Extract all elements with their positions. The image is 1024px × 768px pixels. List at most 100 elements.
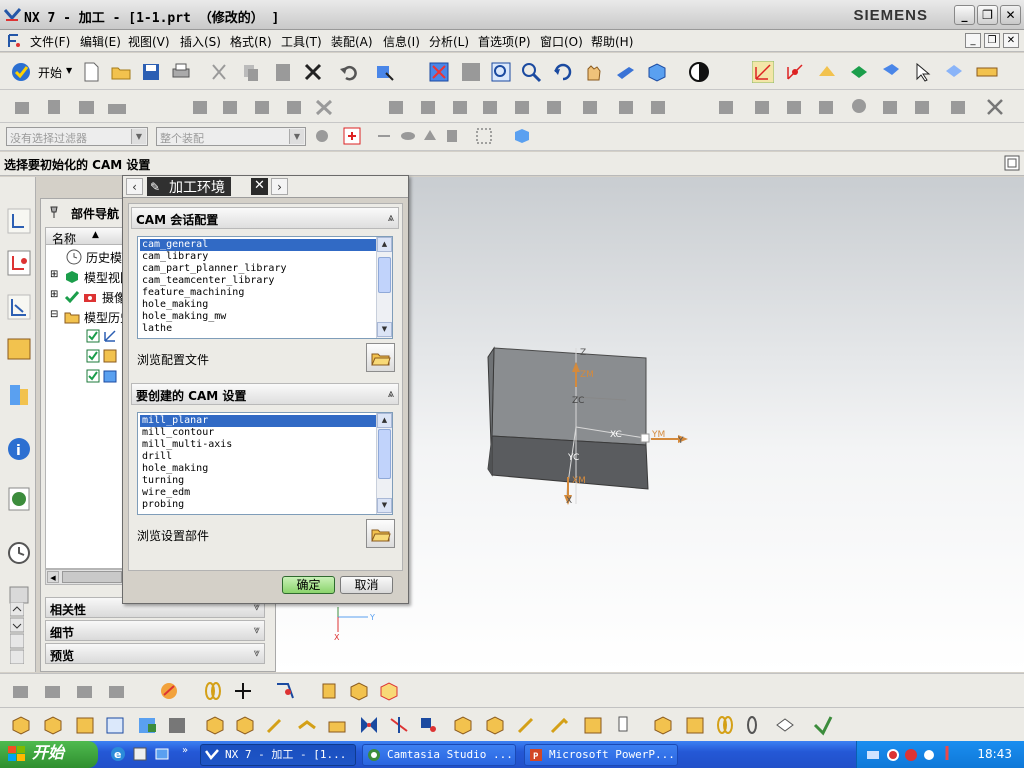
checkbox-checked-icon[interactable] bbox=[86, 349, 100, 363]
scale-body-icon[interactable] bbox=[648, 96, 670, 118]
config-option[interactable]: cam_teamcenter_library bbox=[140, 275, 376, 287]
sync-move-icon[interactable] bbox=[716, 96, 738, 118]
copy-icon[interactable] bbox=[240, 61, 262, 83]
menu-view[interactable]: 视图(V) bbox=[128, 33, 170, 50]
zoom-window-icon[interactable] bbox=[460, 61, 482, 83]
block-icon[interactable] bbox=[76, 96, 98, 118]
panel-preview[interactable]: 预览 ⩔ bbox=[45, 643, 265, 664]
wcs-save-icon[interactable] bbox=[880, 61, 902, 83]
task-powerpoint[interactable]: P Microsoft PowerP... bbox=[524, 744, 678, 766]
rotate-wcs-icon[interactable] bbox=[848, 61, 870, 83]
tool-path-list-icon[interactable] bbox=[484, 714, 506, 736]
pin-icon[interactable]: ✎ bbox=[150, 180, 160, 194]
trim-icon[interactable] bbox=[284, 96, 306, 118]
zoom-icon[interactable] bbox=[520, 61, 542, 83]
cam-session-config-list[interactable]: cam_general cam_library cam_part_planner… bbox=[137, 236, 393, 339]
extrude-icon[interactable] bbox=[12, 96, 34, 118]
expand-plus-icon[interactable]: ⊞ bbox=[50, 289, 58, 300]
resource-bar-scroll-icon[interactable] bbox=[10, 602, 24, 664]
undo-icon[interactable] bbox=[338, 61, 360, 83]
sync-copy-icon[interactable] bbox=[912, 96, 934, 118]
config-option[interactable]: hole_making bbox=[140, 299, 376, 311]
scroll-down-icon[interactable]: ▼ bbox=[377, 322, 392, 337]
info-icon[interactable]: i bbox=[6, 435, 32, 463]
tool-change-icon[interactable] bbox=[614, 714, 636, 736]
operation-navigator-icon[interactable] bbox=[6, 293, 32, 321]
config-option[interactable]: feature_machining bbox=[140, 287, 376, 299]
gouge-check-icon[interactable] bbox=[516, 714, 538, 736]
shop-doc-icon[interactable] bbox=[136, 714, 158, 736]
group-cam-session-config[interactable]: CAM 会话配置 ⩓ bbox=[131, 207, 399, 229]
web-browser-icon[interactable] bbox=[6, 485, 32, 513]
edit-object-display-icon[interactable] bbox=[374, 61, 396, 83]
setup-option[interactable]: wire_edm bbox=[140, 487, 376, 499]
select-bodies-icon[interactable] bbox=[420, 126, 440, 146]
create-program-icon[interactable] bbox=[10, 680, 32, 702]
config-list-scrollbar[interactable]: ▲ ▼ bbox=[376, 237, 392, 338]
save-icon[interactable] bbox=[140, 61, 162, 83]
checkbox-checked-icon[interactable] bbox=[86, 369, 100, 383]
dialog-next-icon[interactable]: › bbox=[271, 178, 288, 195]
config-option[interactable]: cam_general bbox=[140, 239, 376, 251]
offset-face-icon[interactable] bbox=[616, 96, 638, 118]
collision-check-icon[interactable] bbox=[548, 714, 570, 736]
verify-toolpath-icon[interactable] bbox=[74, 714, 96, 736]
snap-icon[interactable] bbox=[942, 61, 964, 83]
ok-button[interactable]: 确定 bbox=[282, 576, 335, 594]
task-camtasia[interactable]: Camtasia Studio ... bbox=[362, 744, 516, 766]
background-icon[interactable] bbox=[688, 61, 710, 83]
config-option[interactable]: lathe bbox=[140, 323, 376, 335]
new-file-icon[interactable] bbox=[80, 61, 102, 83]
doc-close-button[interactable]: ✕ bbox=[1003, 33, 1019, 48]
point-icon[interactable] bbox=[232, 680, 254, 702]
measure-icon[interactable] bbox=[976, 61, 998, 83]
recorder-icon[interactable] bbox=[903, 747, 919, 763]
tree-item-feature-2[interactable] bbox=[86, 347, 126, 367]
desktop-icon[interactable] bbox=[154, 746, 170, 762]
orient-icon[interactable] bbox=[816, 61, 838, 83]
task-nx[interactable]: NX 7 - 加工 - [1... bbox=[200, 744, 356, 766]
mirror-icon[interactable] bbox=[544, 96, 566, 118]
menu-format[interactable]: 格式(R) bbox=[230, 33, 272, 50]
assembly-navigator-icon[interactable] bbox=[6, 207, 32, 235]
attribute-icon[interactable] bbox=[744, 714, 766, 736]
dialog-close-button[interactable]: ✕ bbox=[251, 178, 268, 195]
sync-delete-icon[interactable] bbox=[848, 96, 870, 118]
box-icon[interactable] bbox=[348, 680, 370, 702]
replay-toolpath-icon[interactable] bbox=[42, 714, 64, 736]
browse-config-button[interactable] bbox=[366, 343, 395, 372]
output-cls-icon[interactable] bbox=[166, 714, 188, 736]
workpiece-block[interactable] bbox=[487, 346, 649, 490]
object-display-icon[interactable] bbox=[234, 714, 256, 736]
intersect-icon[interactable] bbox=[252, 96, 274, 118]
select-solid-icon[interactable] bbox=[512, 126, 532, 146]
check-arrow-icon[interactable] bbox=[812, 714, 834, 736]
scroll-thumb[interactable] bbox=[378, 429, 391, 479]
panel-details[interactable]: 细节 ⩔ bbox=[45, 620, 265, 641]
rectangle-select-icon[interactable] bbox=[474, 126, 494, 146]
split-icon[interactable] bbox=[314, 96, 336, 118]
setup-list-scrollbar[interactable]: ▲ ▼ bbox=[376, 413, 392, 514]
split-path-icon[interactable] bbox=[326, 714, 348, 736]
language-icon[interactable] bbox=[885, 747, 901, 763]
cancel-button[interactable]: 取消 bbox=[340, 576, 393, 594]
scope-dropdown[interactable]: 整个装配 ▼ bbox=[156, 127, 306, 146]
tree-item-feature-3[interactable] bbox=[86, 367, 126, 387]
postprocess-icon[interactable] bbox=[104, 714, 126, 736]
menu-analysis[interactable]: 分析(L) bbox=[429, 33, 469, 50]
config-option[interactable]: cam_part_planner_library bbox=[140, 263, 376, 275]
menu-file[interactable]: 文件(F) bbox=[30, 33, 70, 50]
blank-icon[interactable] bbox=[652, 714, 674, 736]
scroll-up-icon[interactable]: ▲ bbox=[377, 413, 392, 428]
select-features-icon[interactable] bbox=[374, 126, 394, 146]
perspective-icon[interactable] bbox=[614, 61, 636, 83]
snap-settings-icon[interactable] bbox=[312, 126, 332, 146]
ipw-icon[interactable] bbox=[684, 714, 706, 736]
dialog-title-tab[interactable]: ✎ 加工环境 bbox=[147, 177, 231, 196]
setup-option[interactable]: hole_making bbox=[140, 463, 376, 475]
zoom-box-icon[interactable] bbox=[490, 61, 512, 83]
scroll-thumb[interactable] bbox=[378, 257, 391, 293]
create-tool-icon[interactable] bbox=[42, 680, 64, 702]
menu-help[interactable]: 帮助(H) bbox=[591, 33, 633, 50]
hole-icon[interactable] bbox=[106, 96, 128, 118]
